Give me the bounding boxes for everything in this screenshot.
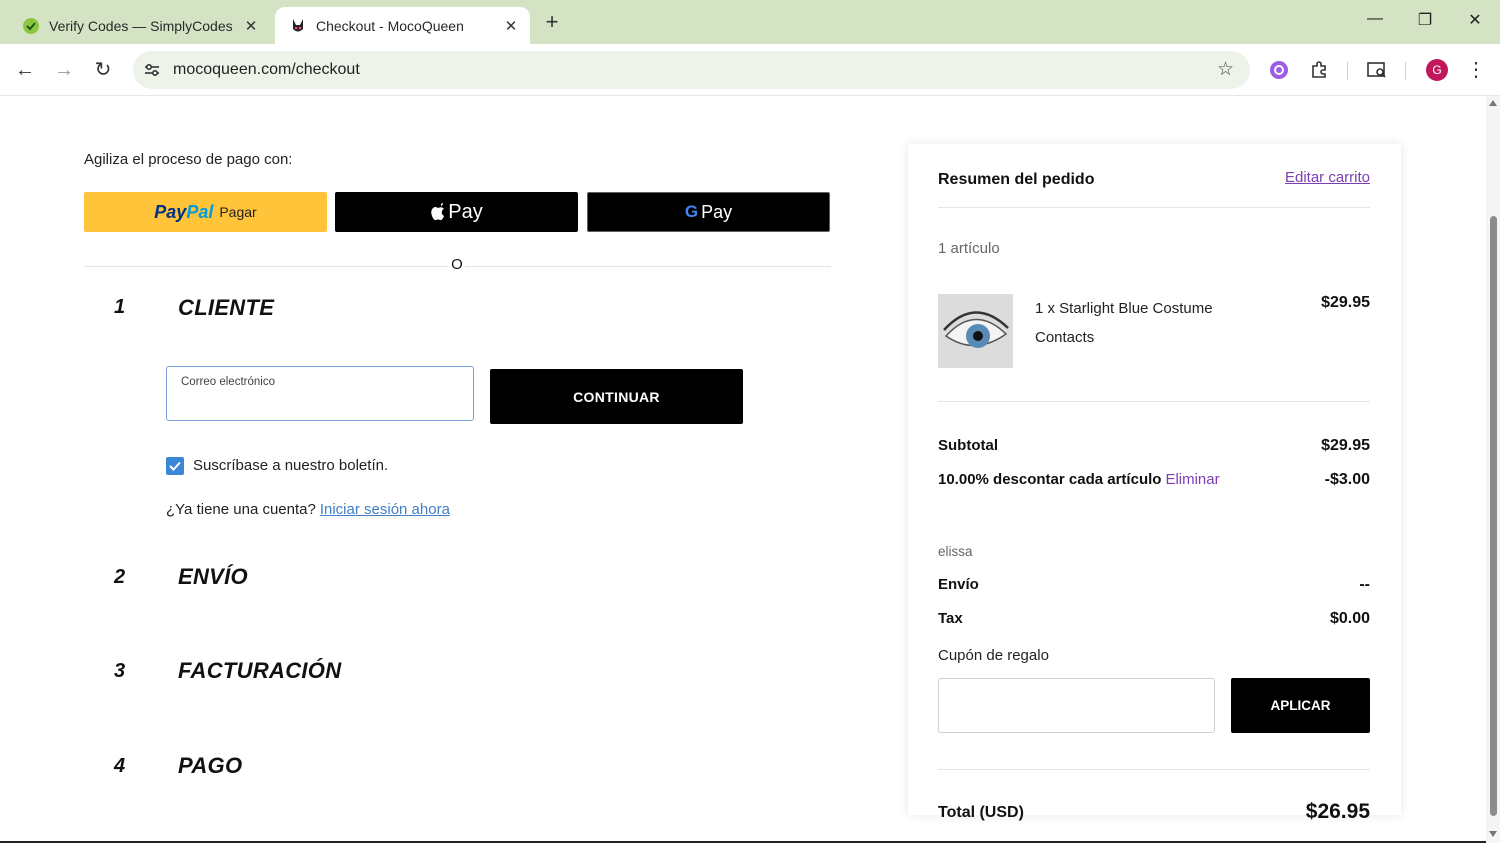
forward-arrow-icon[interactable]: → (51, 57, 77, 83)
browser-tab-bar: Verify Codes — SimplyCodes ✕ Checkout - … (0, 0, 1500, 44)
newsletter-checkbox[interactable] (166, 457, 184, 475)
gift-coupon-label: Cupón de regalo (938, 647, 1049, 664)
continue-button[interactable]: CONTINUAR (490, 369, 743, 424)
profile-initial: G (1432, 63, 1442, 77)
extension-icon[interactable] (1267, 58, 1291, 82)
reload-icon[interactable]: ↻ (90, 57, 116, 83)
close-tab-icon[interactable]: ✕ (500, 17, 522, 35)
edit-cart-link[interactable]: Editar carrito (1285, 169, 1370, 186)
shipping-value: -- (1359, 576, 1370, 593)
checkmark-icon (169, 461, 181, 471)
checkout-page: Agiliza el proceso de pago con: PayPal P… (0, 96, 1486, 843)
back-arrow-icon[interactable]: ← (12, 57, 38, 83)
total-label: Total (USD) (938, 804, 1024, 821)
remove-discount-link[interactable]: Eliminar (1165, 471, 1219, 488)
order-summary-title: Resumen del pedido (938, 171, 1095, 188)
scroll-down-arrow-icon[interactable] (1489, 831, 1497, 837)
or-text: O (449, 256, 465, 273)
bookmark-star-icon[interactable]: ☆ (1217, 58, 1234, 81)
puzzle-extensions-icon[interactable] (1307, 58, 1331, 82)
items-count: 1 artículo (938, 240, 1000, 257)
email-input[interactable] (181, 394, 456, 414)
product-price: $29.95 (1321, 294, 1370, 311)
tab-simplycodes[interactable]: Verify Codes — SimplyCodes ✕ (8, 7, 270, 44)
google-pay-button[interactable]: G Pay (587, 192, 830, 232)
discount-value: -$3.00 (1324, 471, 1370, 488)
gift-coupon-input[interactable] (939, 679, 1214, 732)
discount-code: elissa (938, 544, 973, 559)
simplycodes-icon (22, 17, 40, 35)
page-scrollbar[interactable] (1486, 96, 1500, 843)
mocoqueen-icon (289, 17, 307, 35)
divider (938, 401, 1370, 402)
url-text[interactable]: mocoqueen.com/checkout (173, 61, 360, 79)
account-question: ¿Ya tiene una cuenta? Iniciar sesión ahor… (166, 501, 450, 518)
subtotal-label: Subtotal (938, 437, 998, 454)
account-question-text: ¿Ya tiene una cuenta? (166, 501, 316, 518)
product-name: 1 x Starlight Blue Costume Contacts (1035, 300, 1213, 346)
apple-pay-label: Pay (448, 200, 483, 223)
total-value: $26.95 (1305, 800, 1370, 823)
apple-icon (431, 203, 445, 221)
toolbar-divider (1347, 62, 1348, 80)
login-link[interactable]: Iniciar sesión ahora (320, 501, 450, 518)
step-title-facturacion: FACTURACIÓN (178, 658, 342, 683)
minimize-button[interactable]: — (1360, 10, 1390, 34)
google-pay-label: Pay (701, 201, 733, 222)
tab-search-icon[interactable] (1365, 58, 1389, 82)
step-number: 4 (114, 755, 126, 777)
toolbar-divider (1405, 62, 1406, 80)
shipping-label: Envío (938, 576, 979, 593)
step-title-envio: ENVÍO (178, 564, 248, 589)
express-checkout-label: Agiliza el proceso de pago con: (84, 151, 293, 168)
discount-row: 10.00% descontar cada artículo Eliminar (938, 471, 1220, 488)
step-title-cliente: CLIENTE (178, 295, 275, 320)
step-number: 1 (114, 296, 126, 318)
newsletter-label: Suscríbase a nuestro boletín. (193, 457, 389, 474)
browser-toolbar: ← → ↻ mocoqueen.com/checkout ☆ G ⋮ (0, 44, 1500, 96)
google-g-icon: G (684, 202, 699, 221)
divider (938, 769, 1370, 770)
paypal-label: Pagar (219, 204, 257, 220)
site-settings-icon[interactable] (143, 61, 161, 79)
paypal-button[interactable]: PayPal Pagar (84, 192, 327, 232)
profile-avatar[interactable]: G (1425, 58, 1449, 82)
gift-coupon-field[interactable] (938, 678, 1215, 733)
restore-button[interactable]: ❐ (1410, 10, 1440, 34)
address-bar[interactable]: mocoqueen.com/checkout ☆ (133, 51, 1250, 89)
tab-title: Verify Codes — SimplyCodes (49, 17, 233, 34)
scroll-up-arrow-icon[interactable] (1489, 100, 1497, 106)
paypal-logo: PayPal (154, 201, 214, 222)
product-thumbnail (938, 294, 1013, 368)
close-tab-icon[interactable]: ✕ (240, 17, 262, 35)
tax-value: $0.00 (1329, 610, 1370, 627)
apply-coupon-button[interactable]: APLICAR (1231, 678, 1370, 733)
new-tab-button[interactable]: + (540, 11, 564, 35)
tax-label: Tax (938, 610, 963, 627)
order-summary-panel: Resumen del pedido Editar carrito 1 artí… (908, 144, 1401, 823)
discount-label: 10.00% descontar cada artículo (938, 471, 1162, 488)
apple-pay-button[interactable]: Pay (335, 192, 578, 232)
step-title-pago: PAGO (178, 753, 243, 778)
email-label: Correo electrónico (181, 376, 275, 388)
tab-title: Checkout - MocoQueen (316, 17, 464, 34)
step-number: 2 (114, 566, 126, 588)
close-window-button[interactable]: ✕ (1460, 10, 1490, 34)
step-number: 3 (114, 660, 126, 682)
tab-mocoqueen[interactable]: Checkout - MocoQueen ✕ (275, 7, 530, 44)
email-field[interactable]: Correo electrónico (166, 366, 474, 421)
scrollbar-thumb[interactable] (1490, 216, 1497, 816)
subtotal-value: $29.95 (1321, 437, 1370, 454)
menu-kebab-icon[interactable]: ⋮ (1463, 57, 1489, 83)
divider (938, 207, 1370, 208)
